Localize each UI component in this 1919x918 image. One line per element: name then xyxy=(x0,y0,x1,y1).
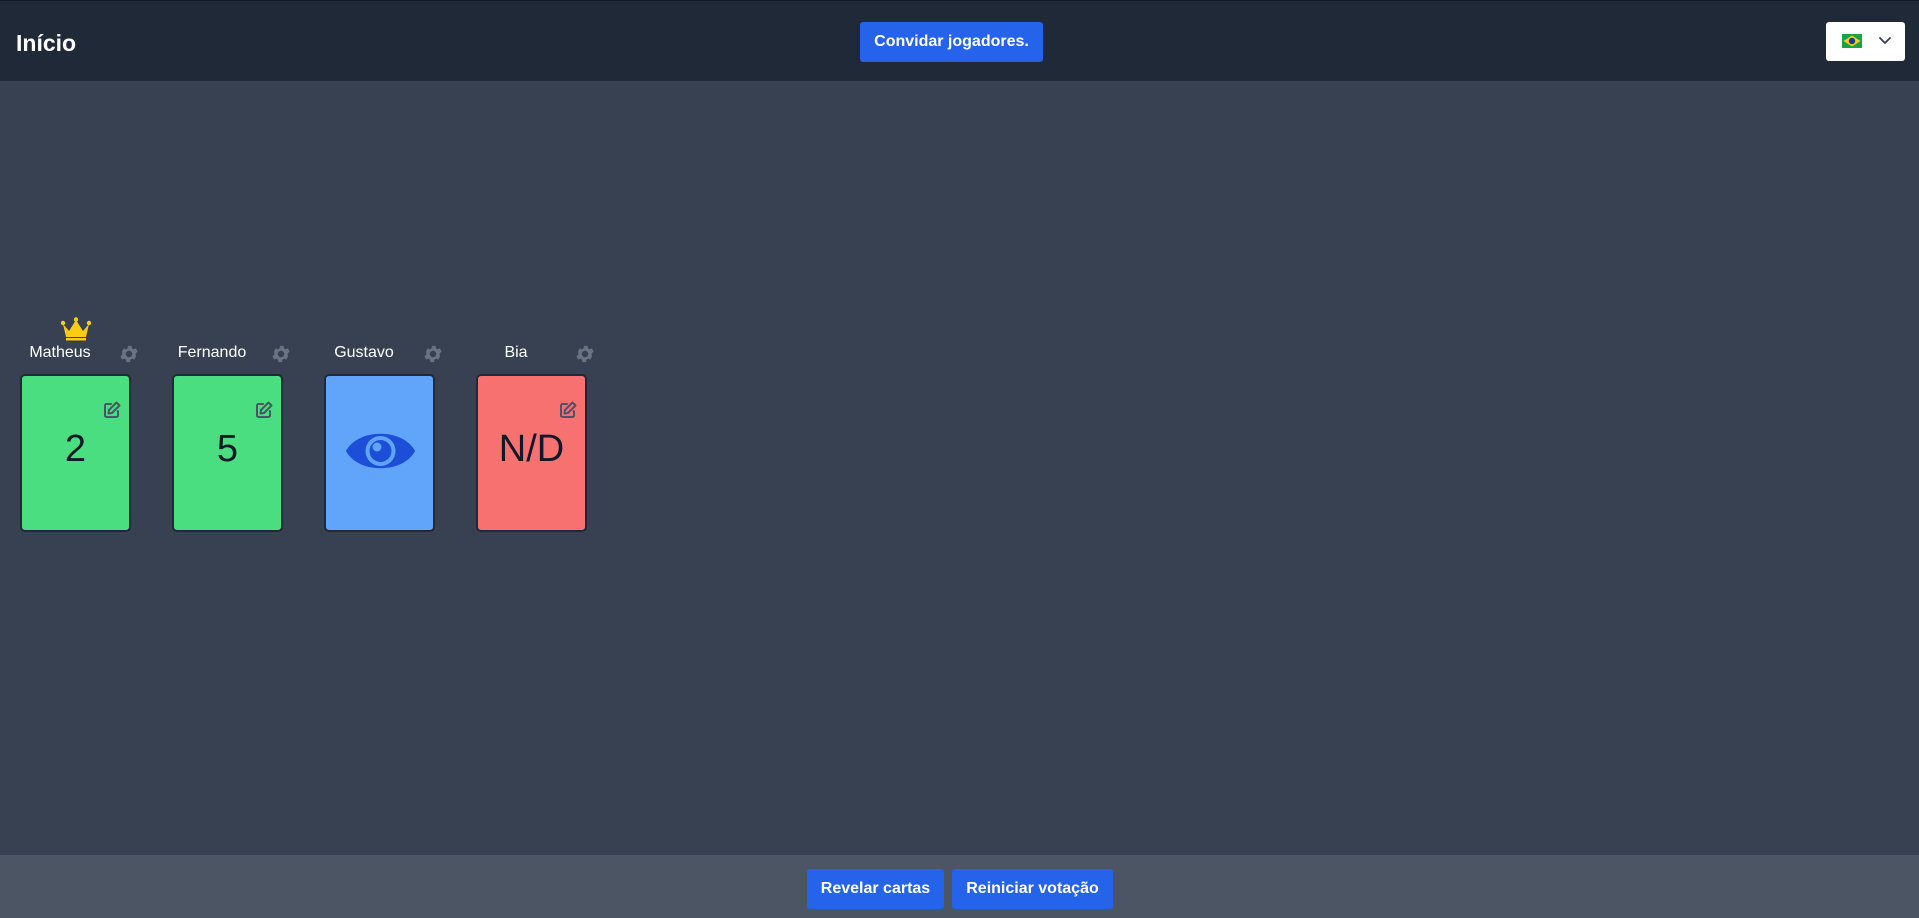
invite-players-button[interactable]: Convidar jogadores. xyxy=(860,22,1043,62)
gear-icon[interactable] xyxy=(422,343,444,365)
player-name: Gustavo xyxy=(334,344,394,361)
reveal-cards-button[interactable]: Revelar cartas xyxy=(807,869,944,909)
card-value: N/D xyxy=(498,428,565,470)
action-footer: Revelar cartas Reiniciar votação xyxy=(0,855,1919,918)
player-name: Fernando xyxy=(177,344,247,361)
edit-icon[interactable] xyxy=(254,400,274,420)
vote-card: 5 xyxy=(172,374,283,532)
brazil-flag-icon xyxy=(1842,34,1862,48)
crown-icon xyxy=(61,317,91,341)
restart-voting-button[interactable]: Reiniciar votação xyxy=(952,869,1113,909)
gear-icon[interactable] xyxy=(118,343,140,365)
spectator-card xyxy=(324,374,435,532)
page-title[interactable]: Início xyxy=(16,29,76,57)
player-seat-bia: Bia N/D xyxy=(476,310,594,535)
player-seat-fernando: Fernando 5 xyxy=(172,310,290,535)
player-seat-matheus: Matheus 2 xyxy=(20,310,138,535)
eye-icon xyxy=(346,433,415,469)
player-name: Matheus xyxy=(29,344,91,361)
card-value: 2 xyxy=(64,428,87,470)
player-name: Bia xyxy=(504,344,528,361)
edit-icon[interactable] xyxy=(558,400,578,420)
gear-icon[interactable] xyxy=(574,343,596,365)
card-value: 5 xyxy=(216,428,239,470)
edit-icon[interactable] xyxy=(102,400,122,420)
gear-icon[interactable] xyxy=(270,343,292,365)
language-select[interactable] xyxy=(1826,22,1905,61)
chevron-down-icon xyxy=(1879,37,1891,44)
player-seat-gustavo: Gustavo xyxy=(324,310,442,535)
vote-card: N/D xyxy=(476,374,587,532)
top-navbar: Início Convidar jogadores. xyxy=(0,0,1919,81)
vote-card: 2 xyxy=(20,374,131,532)
